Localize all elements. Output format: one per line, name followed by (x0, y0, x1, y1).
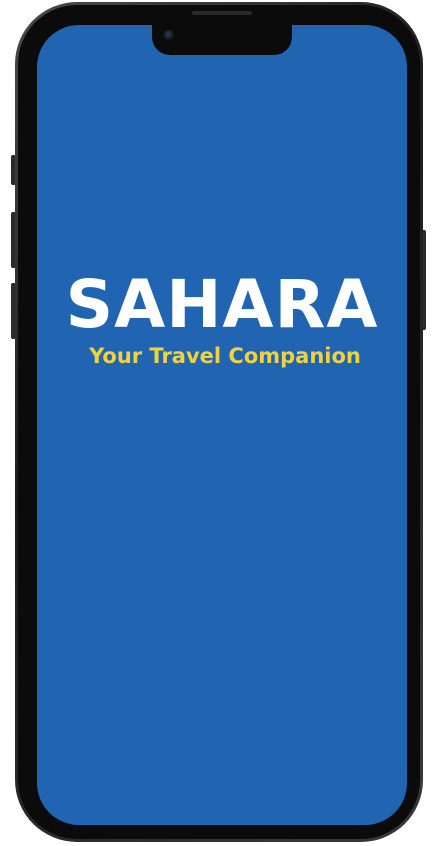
phone-bezel: SAHARA Your Travel Companion (18, 5, 420, 839)
splash-screen: SAHARA Your Travel Companion (37, 25, 407, 825)
speaker-grill (192, 11, 252, 15)
camera-icon (164, 30, 174, 40)
device-mockup: SAHARA Your Travel Companion (0, 0, 433, 846)
notch (152, 25, 292, 55)
phone-frame: SAHARA Your Travel Companion (15, 2, 423, 842)
brand-block: SAHARA Your Travel Companion (37, 267, 407, 370)
app-title: SAHARA (65, 266, 379, 343)
app-tagline: Your Travel Companion (89, 344, 361, 368)
